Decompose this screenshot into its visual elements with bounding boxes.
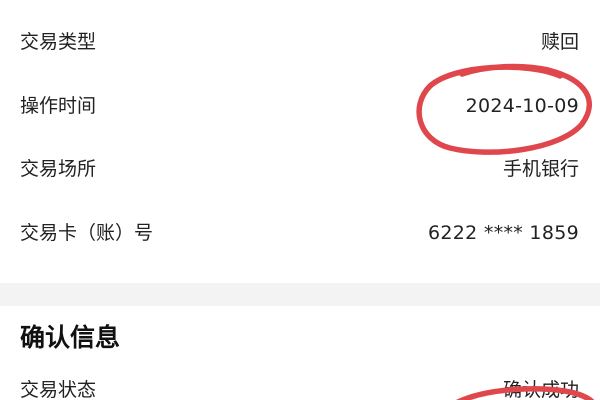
transaction-status-value: 确认成功	[502, 379, 579, 400]
confirm-section-title: 确认信息	[20, 323, 121, 352]
transaction-type-label: 交易类型	[20, 31, 97, 53]
card-number-value: 6222 **** 1859	[428, 222, 579, 244]
detail-row-operation-time: 操作时间 2024-10-09	[0, 86, 600, 126]
card-number-label: 交易卡（账）号	[20, 222, 154, 244]
section-divider	[0, 283, 600, 306]
operation-time-value: 2024-10-09	[465, 95, 579, 117]
transaction-venue-label: 交易场所	[20, 158, 97, 180]
transaction-type-value: 赎回	[540, 31, 579, 53]
detail-row-card-number: 交易卡（账）号 6222 **** 1859	[0, 213, 600, 253]
detail-row-transaction-status: 交易状态 确认成功	[0, 370, 600, 400]
transaction-venue-value: 手机银行	[502, 158, 579, 180]
detail-row-transaction-type: 交易类型 赎回	[0, 22, 600, 62]
detail-row-transaction-venue: 交易场所 手机银行	[0, 149, 600, 189]
operation-time-label: 操作时间	[20, 95, 97, 117]
transaction-status-label: 交易状态	[20, 379, 97, 400]
transaction-detail-page: 交易类型 赎回 操作时间 2024-10-09 交易场所 手机银行 交易卡（账）…	[0, 0, 600, 400]
